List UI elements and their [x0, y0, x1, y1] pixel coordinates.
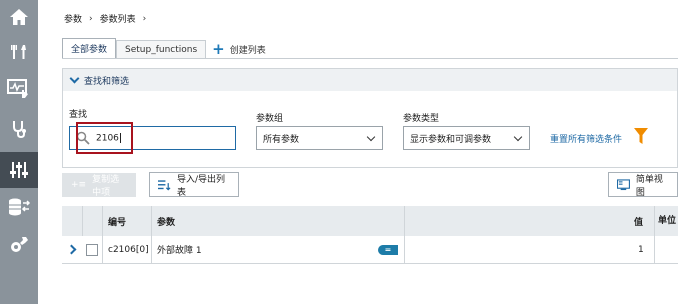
- column-header-value[interactable]: 值: [634, 206, 643, 236]
- tools-icon: [11, 45, 26, 59]
- chevron-down-icon: [513, 132, 523, 142]
- stethoscope-icon: [13, 121, 26, 139]
- monitor-touch-icon: [7, 79, 28, 98]
- breadcrumb-separator: ›: [142, 13, 147, 24]
- param-type-select[interactable]: 显示参数和可调参数: [403, 126, 530, 150]
- filter-panel-title: 查找和筛选: [84, 76, 130, 87]
- breadcrumb: 参数 › 参数列表 ›: [64, 12, 147, 26]
- expand-row-button[interactable]: [66, 236, 77, 263]
- param-type-value: 显示参数和可调参数: [410, 134, 492, 145]
- table-row[interactable]: c2106[0] 外部故障 1 = 1: [62, 236, 678, 264]
- sidebar-item-diagnostics[interactable]: [0, 112, 38, 146]
- simple-view-button[interactable]: 简单视图: [608, 172, 678, 198]
- filter-icon[interactable]: [634, 128, 648, 144]
- home-icon: [10, 9, 28, 25]
- checkbox-icon: [86, 243, 98, 256]
- sidebar-item-settings[interactable]: [0, 228, 38, 262]
- column-header-unit[interactable]: 单位: [656, 206, 678, 236]
- param-group-value: 所有参数: [263, 134, 300, 145]
- row-checkbox[interactable]: [86, 236, 98, 263]
- sidebar-item-parameters[interactable]: [0, 152, 38, 188]
- sliders-icon: [10, 162, 28, 178]
- chevron-right-icon: [66, 244, 77, 255]
- breadcrumb-item-params[interactable]: 参数: [64, 12, 82, 25]
- filter-panel-header[interactable]: 查找和筛选: [63, 69, 677, 91]
- tab-setup-functions[interactable]: Setup_functions: [116, 40, 207, 58]
- filter-panel: 查找和筛选 查找 2106 参数组 所有参数 参数类型 显示参数和可调参数 重置…: [62, 68, 678, 168]
- param-group-label: 参数组: [256, 114, 284, 124]
- create-list-label: 创建列表: [229, 45, 266, 56]
- row-param-name: 外部故障 1: [157, 246, 202, 256]
- param-info-icon[interactable]: =: [378, 245, 398, 255]
- column-header-number[interactable]: 编号: [108, 206, 126, 236]
- plus-icon: +: [212, 39, 225, 58]
- sidebar-item-home[interactable]: [0, 0, 38, 34]
- chevron-down-icon: [69, 73, 80, 83]
- copy-selected-label: 复制选中项: [92, 175, 120, 198]
- simple-view-icon: [617, 178, 630, 190]
- tab-all-params[interactable]: 全部参数: [62, 38, 117, 58]
- row-number: c2106[0]: [108, 244, 149, 255]
- chevron-down-icon: [366, 132, 376, 142]
- table-header: 编号 参数 值 单位: [62, 206, 678, 236]
- reset-filters-link[interactable]: 重置所有筛选条件: [550, 132, 622, 145]
- import-export-button[interactable]: 导入/导出列表: [149, 172, 239, 198]
- param-type-label: 参数类型: [403, 114, 440, 124]
- main-content: 参数 › 参数列表 › 全部参数 Setup_functions + 创建列表 …: [38, 0, 681, 304]
- param-group-select[interactable]: 所有参数: [256, 126, 383, 150]
- breadcrumb-separator: ›: [89, 13, 93, 24]
- copy-icon: +≡: [71, 180, 87, 190]
- tab-bar: 全部参数 Setup_functions + 创建列表: [62, 38, 266, 58]
- list-import-icon: [158, 179, 171, 190]
- sidebar-item-data-transfer[interactable]: [0, 190, 38, 224]
- database-transfer-icon: [9, 198, 31, 216]
- sidebar-item-monitor[interactable]: [0, 72, 38, 106]
- search-highlight-box: [76, 122, 133, 154]
- sidebar-item-tools[interactable]: [0, 35, 38, 69]
- settings-wrench-icon: [11, 237, 28, 252]
- tab-divider: [62, 58, 678, 59]
- simple-view-label: 简单视图: [635, 174, 663, 198]
- search-label: 查找: [69, 110, 88, 120]
- row-value[interactable]: 1: [638, 236, 644, 263]
- breadcrumb-item-param-list[interactable]: 参数列表: [100, 12, 136, 25]
- column-header-param[interactable]: 参数: [157, 206, 175, 236]
- parameters-table: 编号 参数 值 单位 c2106[0] 外部故障 1 = 1: [62, 206, 678, 264]
- sidebar: [0, 0, 38, 304]
- import-export-label: 导入/导出列表: [177, 174, 226, 198]
- copy-selected-button[interactable]: +≡ 复制选中项: [62, 173, 136, 198]
- create-list-button[interactable]: + 创建列表: [212, 40, 266, 58]
